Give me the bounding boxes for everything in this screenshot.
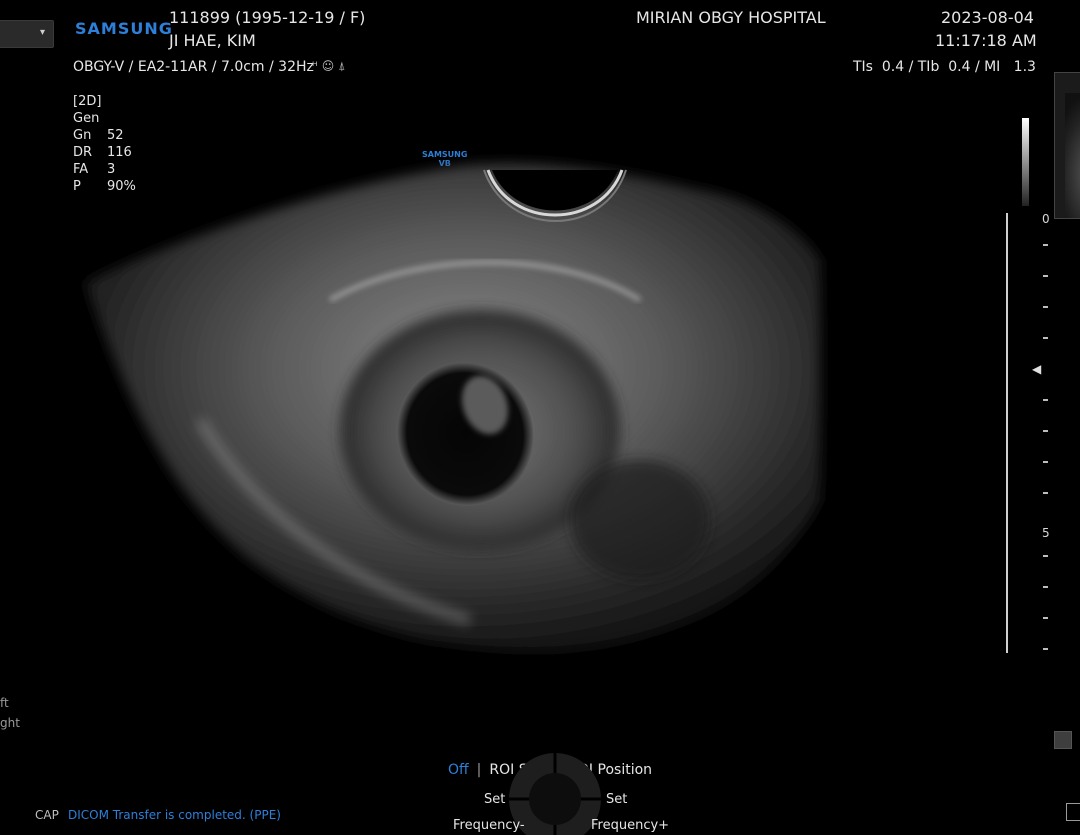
thumbnail-preview[interactable] xyxy=(1054,72,1080,219)
side-toggle-square[interactable] xyxy=(1054,731,1072,749)
set-right-button[interactable]: Set xyxy=(606,792,627,807)
corner-square-button[interactable] xyxy=(1066,803,1080,821)
set-left-button[interactable]: Set xyxy=(484,792,505,807)
depth-tick xyxy=(1043,461,1048,463)
depth-tick xyxy=(1043,648,1048,650)
depth-tick xyxy=(1043,244,1048,246)
depth-tick xyxy=(1043,399,1048,401)
focus-marker-icon[interactable]: ◀ xyxy=(1032,362,1041,376)
status-message: DICOM Transfer is completed. (PPE) xyxy=(68,808,281,822)
frequency-plus-button[interactable]: Frequency+ xyxy=(591,818,669,833)
left-side-label[interactable]: ft xyxy=(0,696,9,710)
depth-tick xyxy=(1043,555,1048,557)
depth-tick xyxy=(1043,306,1048,308)
depth-tick xyxy=(1043,586,1048,588)
grayscale-bar xyxy=(1022,118,1029,206)
cap-label: CAP xyxy=(35,808,59,822)
depth-tick xyxy=(1043,492,1048,494)
depth-tick xyxy=(1043,275,1048,277)
depth-tick xyxy=(1043,337,1048,339)
depth-line xyxy=(1006,213,1008,653)
ultrasound-image[interactable] xyxy=(0,0,1080,835)
depth-label-5: 5 xyxy=(1042,526,1050,540)
depth-tick xyxy=(1043,430,1048,432)
frequency-minus-button[interactable]: Frequency- xyxy=(453,818,525,833)
depth-label-0: 0 xyxy=(1042,212,1050,226)
off-option[interactable]: Off xyxy=(448,762,469,778)
depth-tick xyxy=(1043,617,1048,619)
right-side-label[interactable]: ght xyxy=(0,716,20,730)
